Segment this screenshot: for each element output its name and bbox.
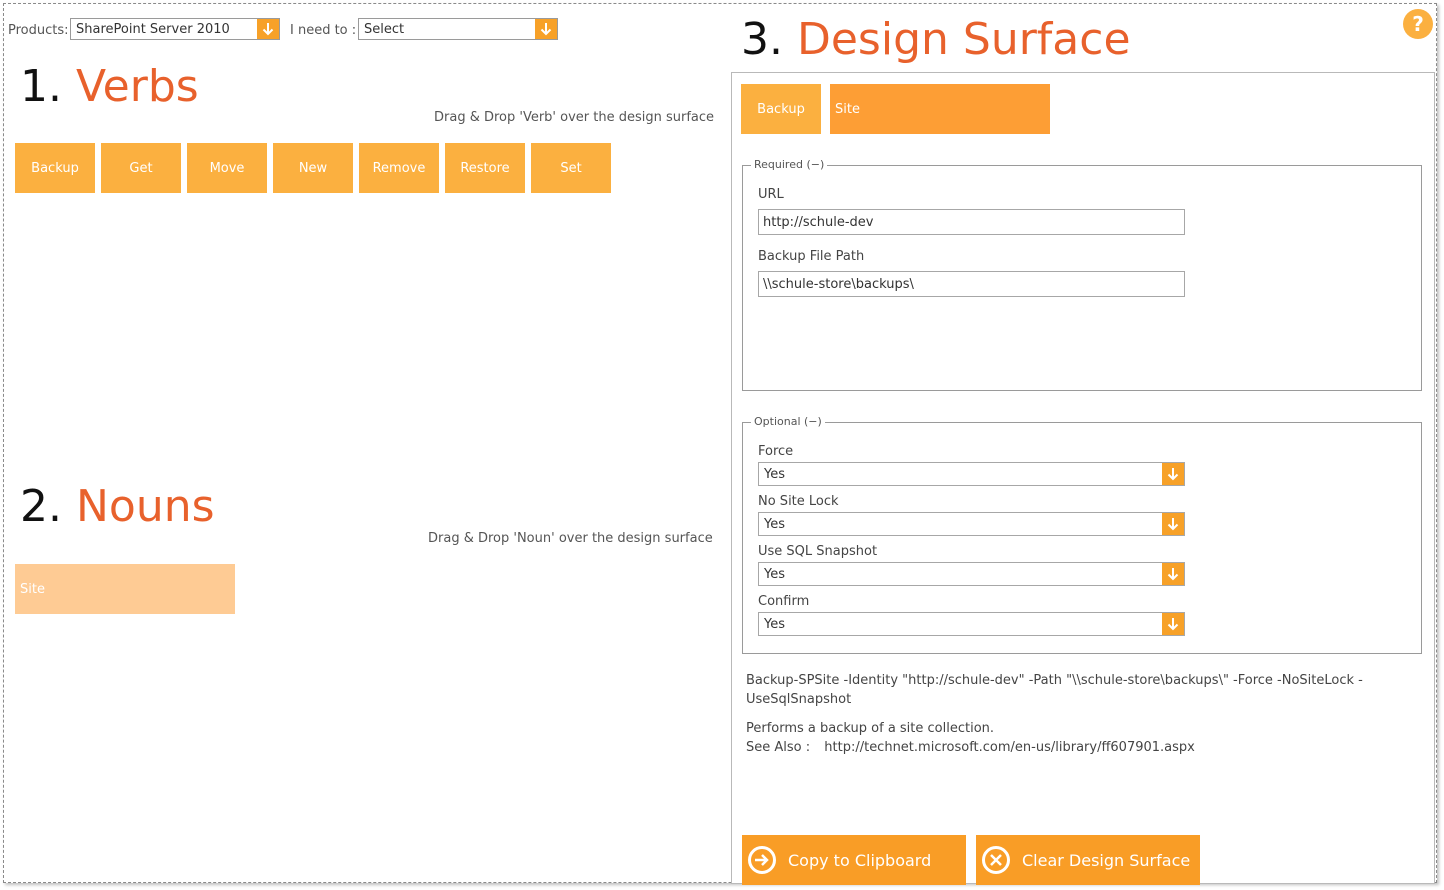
need-to-dropdown[interactable]: Select [358,18,558,40]
command-line-2: UseSqlSnapshot [746,692,852,707]
design-number: 3. [741,14,783,65]
force-value: Yes [764,467,785,482]
no-site-lock-value: Yes [764,517,785,532]
chevron-down-icon[interactable] [257,19,279,39]
design-heading: 3. Design Surface [741,18,1131,62]
chevron-down-icon[interactable] [1162,613,1184,635]
chevron-down-icon[interactable] [535,19,557,39]
noun-tile-site[interactable]: Site [15,564,235,614]
verb-tile-move[interactable]: Move [187,143,267,193]
verb-tile-restore[interactable]: Restore [445,143,525,193]
products-dropdown[interactable]: SharePoint Server 2010 [70,18,280,40]
url-label: URL [758,187,784,202]
force-select[interactable]: Yes [758,462,1185,486]
see-also-row: See Also : http://technet.microsoft.com/… [746,738,1416,757]
copy-to-clipboard-button[interactable]: Copy to Clipboard [742,835,966,885]
no-site-lock-select[interactable]: Yes [758,512,1185,536]
nouns-heading: 2. Nouns [20,485,215,529]
app-window: Products: SharePoint Server 2010 I need … [3,3,1437,885]
command-description: Performs a backup of a site collection. … [746,719,1416,757]
clear-design-surface-label: Clear Design Surface [1022,850,1191,870]
arrow-right-circle-icon [748,846,776,874]
no-site-lock-label: No Site Lock [758,494,839,509]
description-text: Performs a backup of a site collection. [746,721,995,736]
verb-tile-set[interactable]: Set [531,143,611,193]
see-also-label: See Also : [746,740,811,755]
confirm-label: Confirm [758,594,810,609]
close-circle-icon [982,846,1010,874]
design-noun-tile[interactable]: Site [830,84,1050,134]
confirm-value: Yes [764,617,785,632]
verb-tile-get[interactable]: Get [101,143,181,193]
chevron-down-icon[interactable] [1162,513,1184,535]
force-label: Force [758,444,794,459]
need-to-value: Select [364,22,405,37]
optional-fieldset: Optional (−) Force Yes No Site Lock Yes … [742,415,1422,654]
products-value: SharePoint Server 2010 [76,22,230,37]
nouns-hint: Drag & Drop 'Noun' over the design surfa… [428,531,713,546]
need-to-label: I need to : [290,23,357,38]
chevron-down-icon[interactable] [1162,463,1184,485]
optional-legend[interactable]: Optional (−) [751,415,825,428]
required-fieldset: Required (−) URL http://schule-dev Backu… [742,158,1422,391]
verbs-title: Verbs [75,61,199,112]
backup-path-label: Backup File Path [758,249,865,264]
verbs-heading: 1. Verbs [20,65,199,109]
url-input[interactable]: http://schule-dev [758,209,1185,235]
design-surface[interactable]: Backup Site Required (−) URL http://schu… [731,72,1435,885]
use-sql-snapshot-select[interactable]: Yes [758,562,1185,586]
design-verb-tile[interactable]: Backup [741,84,821,134]
use-sql-snapshot-label: Use SQL Snapshot [758,544,878,559]
nouns-number: 2. [20,481,62,532]
required-legend[interactable]: Required (−) [751,158,828,171]
nouns-title: Nouns [75,481,215,532]
help-icon[interactable]: ? [1403,9,1433,39]
verb-tile-new[interactable]: New [273,143,353,193]
backup-path-input[interactable]: \\schule-store\backups\ [758,271,1185,297]
copy-to-clipboard-label: Copy to Clipboard [788,850,932,870]
verb-tile-backup[interactable]: Backup [15,143,95,193]
chevron-down-icon[interactable] [1162,563,1184,585]
verbs-hint: Drag & Drop 'Verb' over the design surfa… [434,110,715,125]
design-title: Design Surface [796,14,1131,65]
command-line-1: Backup-SPSite -Identity "http://schule-d… [746,673,1363,688]
products-label: Products: [8,23,69,38]
clear-design-surface-button[interactable]: Clear Design Surface [976,835,1200,885]
command-output: Backup-SPSite -Identity "http://schule-d… [746,671,1416,709]
confirm-select[interactable]: Yes [758,612,1185,636]
see-also-link[interactable]: http://technet.microsoft.com/en-us/libra… [824,740,1195,755]
verb-tile-remove[interactable]: Remove [359,143,439,193]
use-sql-snapshot-value: Yes [764,567,785,582]
verbs-number: 1. [20,61,62,112]
